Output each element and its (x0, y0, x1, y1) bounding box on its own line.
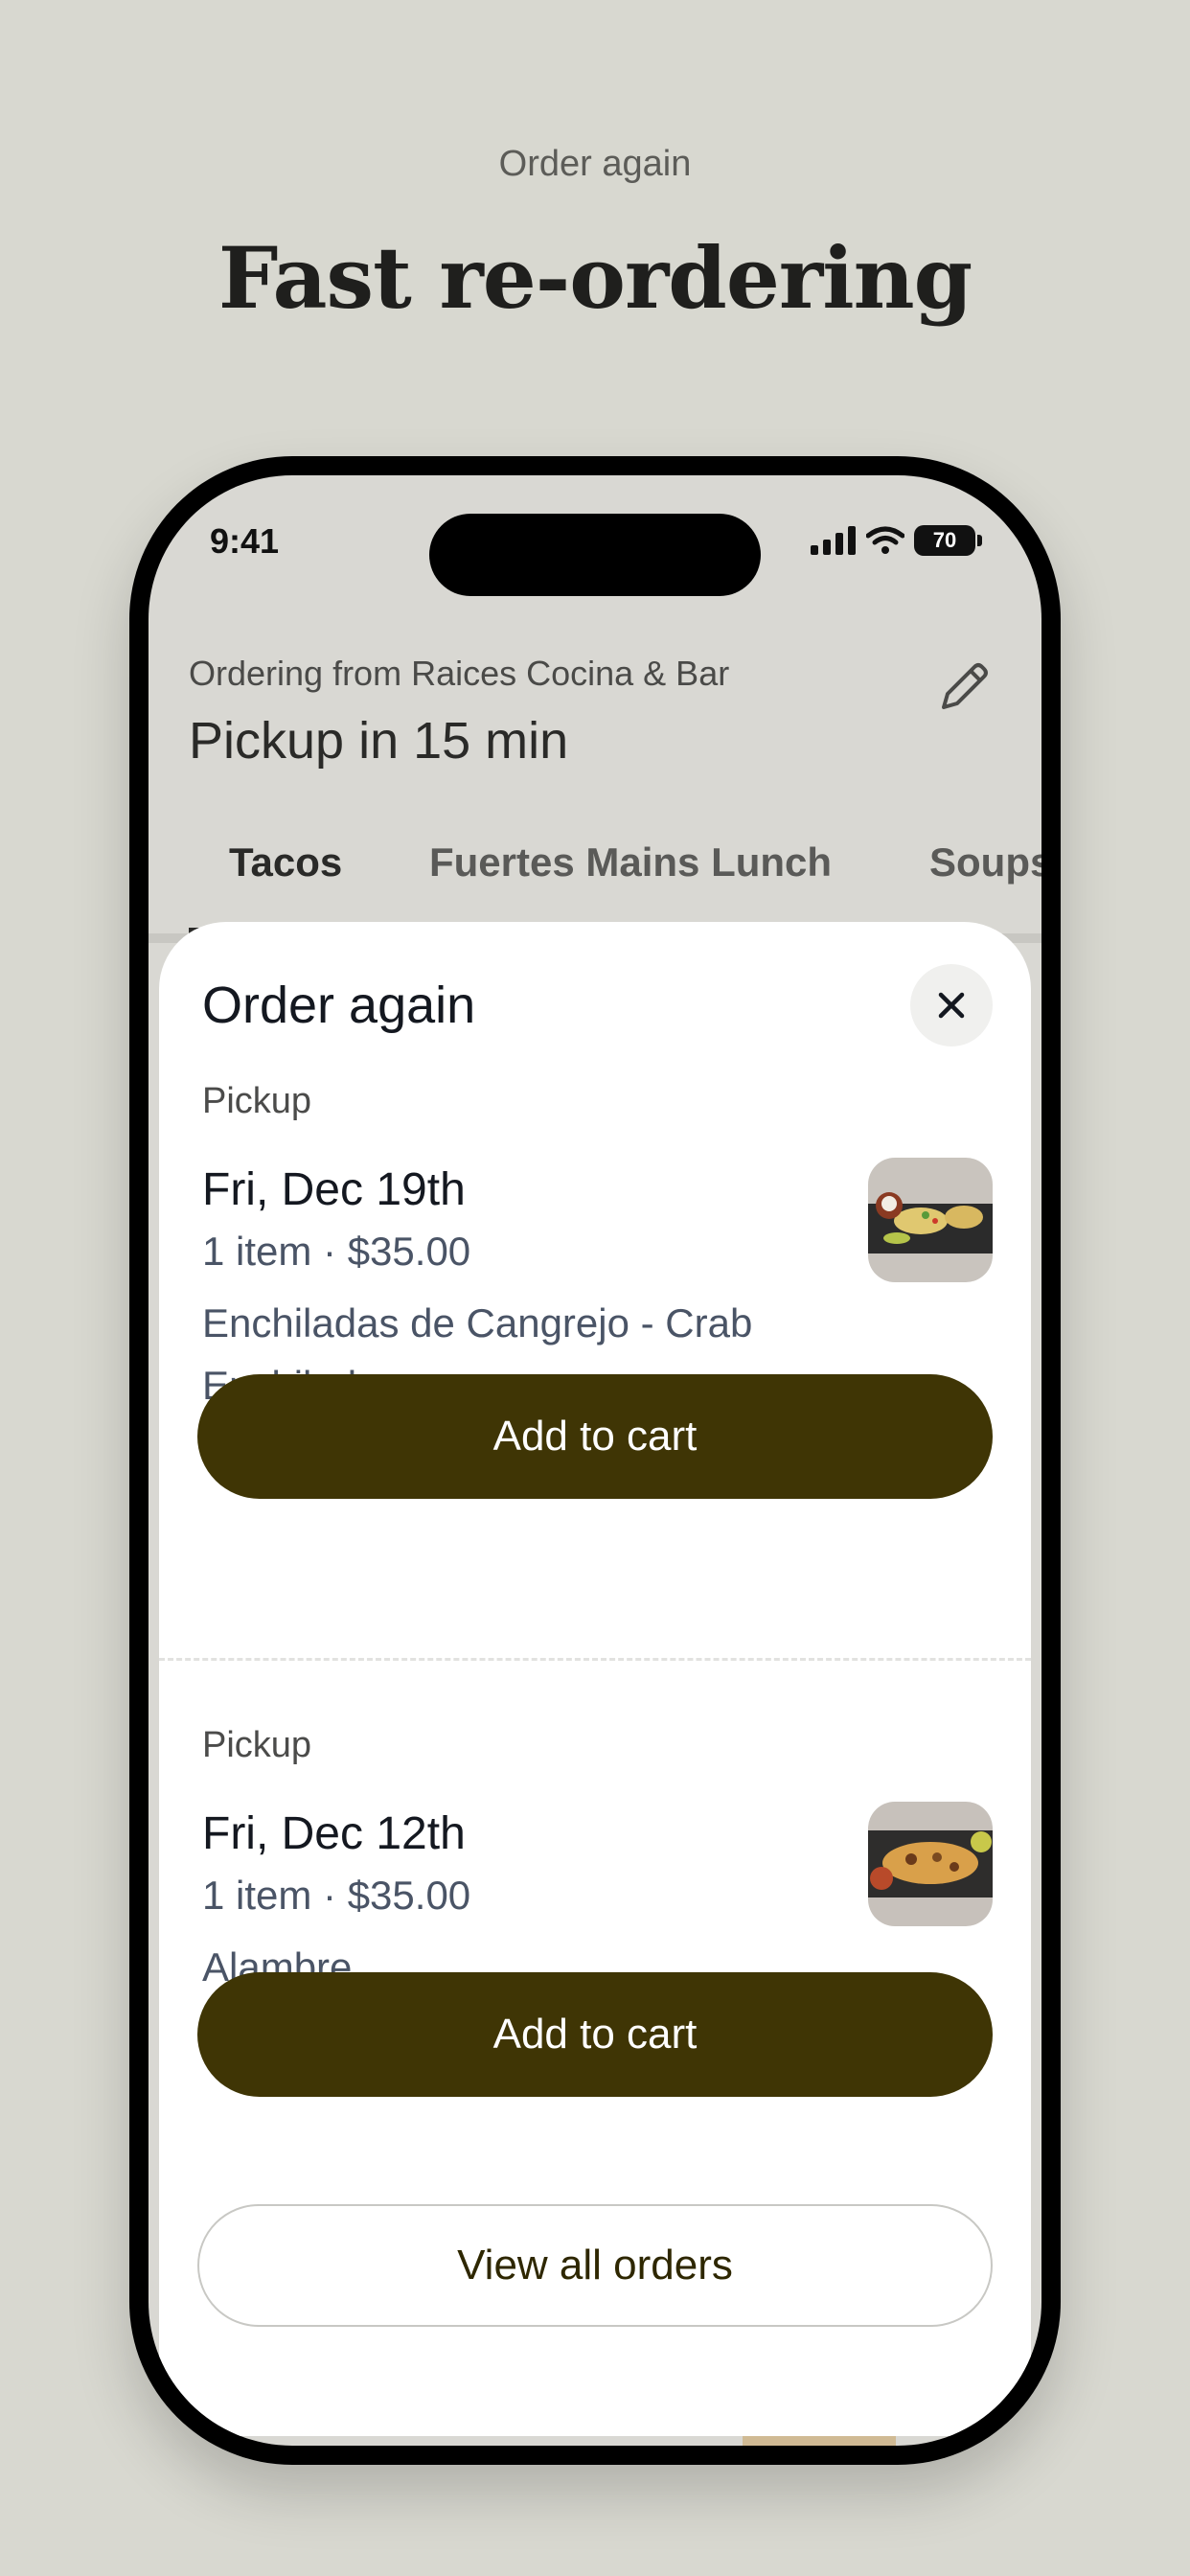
close-button[interactable] (910, 964, 993, 1046)
status-icons: 70 (811, 525, 982, 556)
tab-tacos[interactable]: Tacos (229, 840, 342, 886)
promo-eyebrow: Order again (498, 144, 692, 184)
battery-icon: 70 (914, 525, 975, 556)
status-time: 9:41 (210, 521, 280, 561)
promo-headline: Fast re-ordering (217, 228, 973, 328)
phone-frame: 9:41 70 Ordering from Raices Cocina & Ba… (129, 456, 1061, 2465)
order-date: Fri, Dec 19th (202, 1164, 466, 1215)
add-to-cart-button[interactable]: Add to cart (197, 1972, 993, 2097)
close-icon (938, 992, 965, 1019)
phone-screen: 9:41 70 Ordering from Raices Cocina & Ba… (149, 475, 1041, 2446)
tab-fuertes-mains-lunch[interactable]: Fuertes Mains Lunch (429, 840, 832, 886)
order-divider (159, 1658, 1031, 1661)
order-date: Fri, Dec 12th (202, 1808, 466, 1859)
order-again-sheet: Order again Pickup Fri, Dec 19th 1 item … (159, 922, 1031, 2436)
order-summary: 1 item · $35.00 (202, 1873, 471, 1918)
order-thumbnail (868, 1802, 993, 1926)
order-type: Pickup (202, 1081, 312, 1121)
tab-soups[interactable]: Soups (929, 840, 1041, 886)
order-summary: 1 item · $35.00 (202, 1229, 471, 1274)
order-thumbnail (868, 1158, 993, 1282)
view-all-orders-button[interactable]: View all orders (197, 2204, 993, 2327)
sheet-title: Order again (202, 977, 476, 1034)
dynamic-island (429, 514, 761, 596)
pencil-icon (942, 663, 988, 709)
pickup-time: Pickup in 15 min (189, 712, 569, 770)
ordering-from-label: Ordering from Raices Cocina & Bar (189, 654, 730, 693)
battery-tip (977, 535, 982, 546)
order-type: Pickup (202, 1725, 312, 1765)
edit-order-button[interactable] (930, 654, 997, 721)
wifi-icon (866, 526, 904, 554)
category-tabs: Tacos Fuertes Mains Lunch Soups (149, 840, 1041, 916)
add-to-cart-button[interactable]: Add to cart (197, 1374, 993, 1499)
cellular-signal-icon (811, 526, 856, 555)
